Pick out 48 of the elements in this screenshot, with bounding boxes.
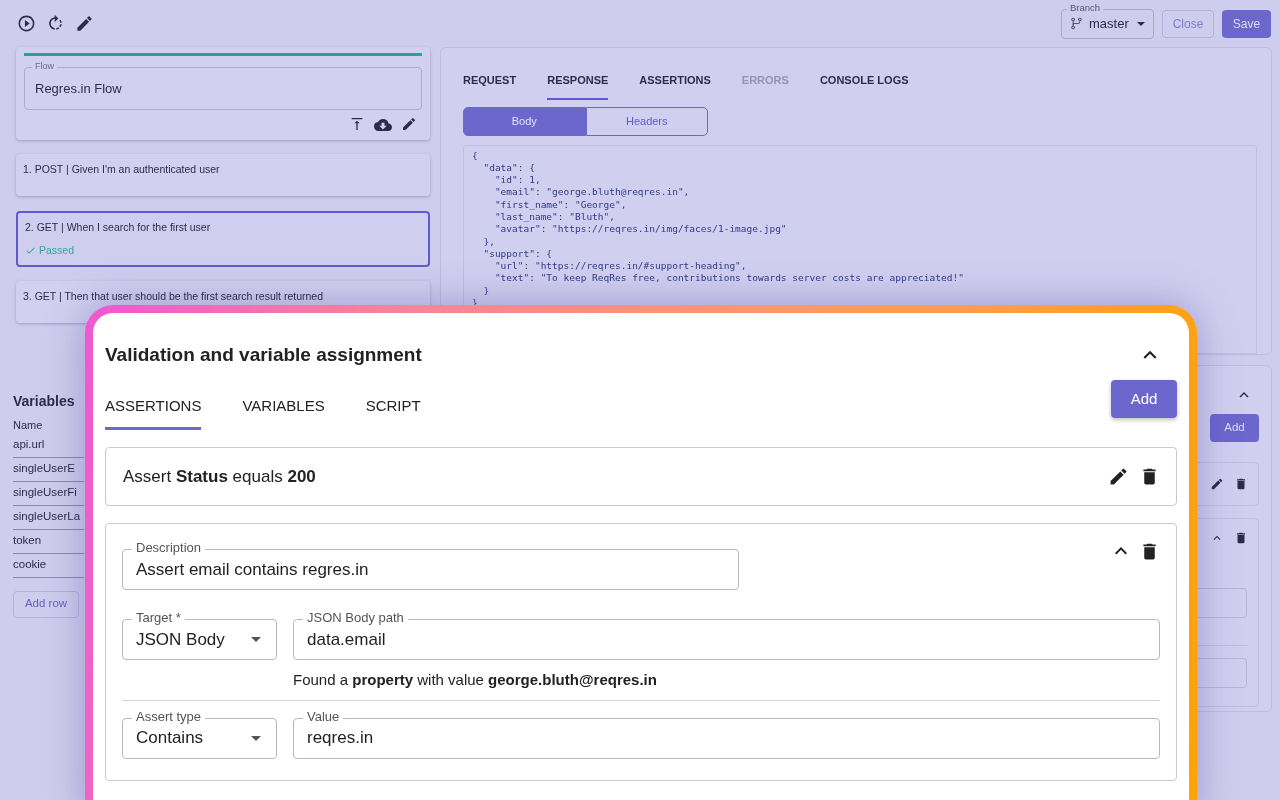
- dialog-title: Validation and variable assignment: [105, 342, 422, 367]
- edit-icon[interactable]: [1210, 477, 1224, 491]
- variable-name: singleUserFi: [13, 481, 84, 506]
- edit-icon[interactable]: [401, 116, 417, 132]
- delete-icon[interactable]: [1234, 477, 1248, 491]
- column-header: Name: [13, 418, 44, 433]
- add-button[interactable]: Add: [1210, 414, 1259, 442]
- dialog-tab[interactable]: VARIABLES: [242, 394, 325, 430]
- step-card[interactable]: 2. GET | When I search for the first user Passed: [16, 211, 430, 267]
- panel-tab[interactable]: RESPONSE: [547, 72, 609, 100]
- refresh-icon[interactable]: [46, 14, 65, 33]
- step-status: Passed: [25, 242, 421, 259]
- cloud-download-icon[interactable]: [374, 116, 392, 134]
- step-label: 3. GET | Then that user should be the first search result returned: [23, 289, 324, 304]
- dialog-tab[interactable]: ASSERTIONS: [105, 394, 202, 430]
- step-label: 1. POST | Given I'm an authenticated user: [23, 162, 221, 177]
- edit-icon[interactable]: [75, 14, 94, 33]
- variable-name: token: [13, 529, 84, 554]
- variable-name: cookie: [13, 553, 84, 578]
- variable-name: singleUserE: [13, 457, 84, 482]
- assertion-summary: Assert Status equals 200: [123, 465, 317, 488]
- caret-icon: [251, 637, 261, 642]
- step-card[interactable]: 1. POST | Given I'm an authenticated user: [16, 154, 430, 196]
- edit-icon[interactable]: [1108, 466, 1129, 487]
- upload-icon[interactable]: [349, 116, 365, 132]
- field-label: Target *: [132, 610, 185, 626]
- delete-icon[interactable]: [1234, 531, 1248, 545]
- variables-title: Variables: [13, 392, 76, 411]
- add-button[interactable]: Add: [1111, 380, 1177, 418]
- save-button[interactable]: Save: [1222, 9, 1271, 38]
- caret-icon: [1137, 21, 1145, 26]
- dialog-tab[interactable]: SCRIPT: [365, 394, 421, 430]
- panel-tab[interactable]: ASSERTIONS: [639, 72, 711, 100]
- view-toggle[interactable]: Body: [463, 106, 586, 136]
- variable-name: api.url: [13, 433, 84, 458]
- panel-tab[interactable]: REQUEST: [463, 72, 517, 100]
- caret-icon: [251, 735, 261, 741]
- play-icon[interactable]: [17, 14, 36, 33]
- variable-name: singleUserLa: [13, 505, 84, 530]
- field-label: Branch: [1067, 1, 1104, 14]
- view-toggle[interactable]: Headers: [585, 106, 708, 136]
- field-label: JSON Body path: [303, 610, 408, 626]
- panel-tab[interactable]: CONSOLE LOGS: [819, 72, 909, 100]
- branch-icon: [1070, 17, 1083, 30]
- step-label: 2. GET | When I search for the first user: [25, 219, 212, 235]
- path-hint: Found a property with value george.bluth@reqres.in: [293, 670, 658, 690]
- field-label: Description: [132, 540, 206, 556]
- field-label: Flow: [32, 61, 57, 71]
